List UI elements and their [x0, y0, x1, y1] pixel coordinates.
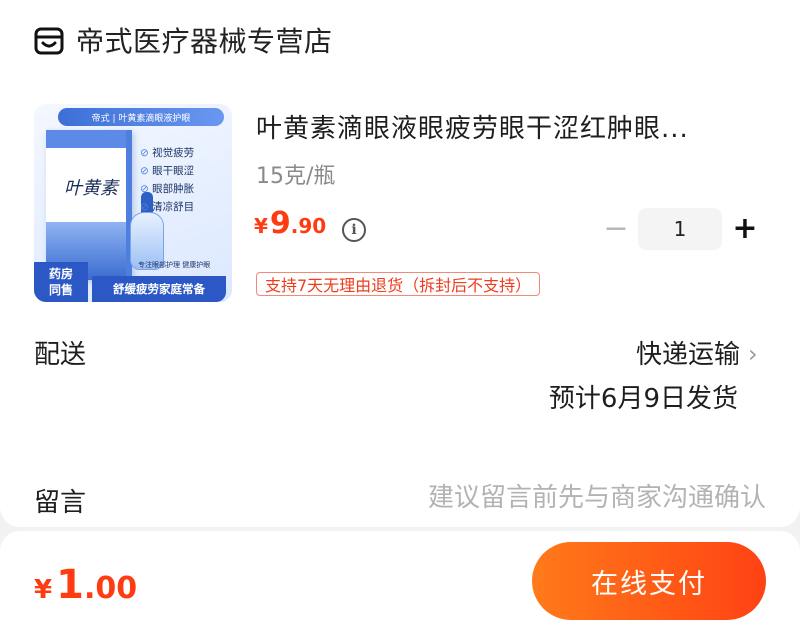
- image-feature: 眼干眼涩: [140, 162, 194, 180]
- total-decimal: .00: [83, 571, 138, 606]
- pay-online-button[interactable]: 在线支付: [532, 542, 766, 620]
- shop-header[interactable]: 帝式医疗器械专营店: [32, 18, 333, 62]
- box-title: 叶黄素: [64, 178, 118, 199]
- note-input[interactable]: [300, 480, 766, 516]
- chevron-right-icon[interactable]: ›: [748, 340, 758, 368]
- price-integer: 9: [269, 206, 291, 241]
- quantity-increase-button[interactable]: +: [730, 214, 760, 246]
- return-policy-badge: 支持7天无理由退货（拆封后不支持）: [256, 272, 541, 296]
- delivery-method[interactable]: 快递运输: [636, 334, 740, 371]
- ship-date: 预计6月9日发货: [548, 384, 738, 414]
- price-info-icon[interactable]: i: [342, 218, 366, 242]
- image-small-text: 专注眼部护理 健康护眼: [138, 261, 211, 269]
- price-decimal: .90: [290, 214, 327, 238]
- product-title[interactable]: 叶黄素滴眼液眼疲劳眼干涩红肿眼...: [256, 108, 756, 145]
- product-image[interactable]: 帝式 | 叶黄素滴眼液护眼 叶黄素 视觉疲劳 眼干眼涩 眼部肿胀 清凉舒目 专注…: [34, 104, 232, 302]
- image-feature-list: 视觉疲劳 眼干眼涩 眼部肿胀 清凉舒目: [140, 144, 194, 216]
- order-card: 帝式医疗器械专营店 帝式 | 叶黄素滴眼液护眼 叶黄素 视觉疲劳 眼干眼涩 眼部…: [0, 0, 800, 527]
- note-label: 留言: [34, 488, 87, 518]
- product-price: ¥ 9 .90: [254, 206, 326, 241]
- image-badge: 药房 同售: [34, 262, 88, 302]
- total-price: ¥ 1 .00: [34, 562, 137, 608]
- shop-name: 帝式医疗器械专营店: [76, 25, 333, 58]
- product-box-illustration: 叶黄素: [46, 130, 132, 280]
- price-currency: ¥: [254, 214, 268, 238]
- image-header-text: 帝式 | 叶黄素滴眼液护眼: [58, 108, 224, 126]
- total-currency: ¥: [34, 575, 53, 605]
- image-feature: 清凉舒目: [140, 198, 194, 216]
- delivery-label: 配送: [34, 340, 87, 370]
- quantity-decrease-button[interactable]: −: [600, 214, 632, 246]
- total-integer: 1: [56, 562, 84, 608]
- quantity-input[interactable]: [638, 208, 722, 250]
- store-icon: [34, 27, 64, 55]
- image-banner: 舒缓疲劳家庭常备: [92, 276, 226, 302]
- product-spec: 15克/瓶: [256, 164, 336, 189]
- image-feature: 眼部肿胀: [140, 180, 194, 198]
- image-feature: 视觉疲劳: [140, 144, 194, 162]
